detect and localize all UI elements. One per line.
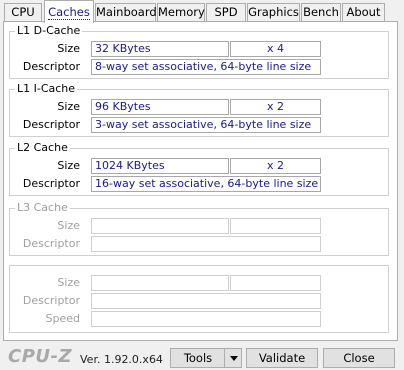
l1i-cache-title: L1 I-Cache [15, 82, 78, 96]
tools-dropdown-button[interactable] [224, 348, 242, 368]
l3-size-label: Size [57, 219, 80, 232]
l1i-count-value: x 2 [230, 99, 321, 115]
close-button[interactable]: Close [323, 348, 395, 368]
l2-descriptor-label: Descriptor [22, 177, 80, 190]
validate-button[interactable]: Validate [246, 348, 318, 368]
tab-mainboard[interactable]: Mainboard [95, 3, 157, 21]
chevron-down-icon [230, 356, 238, 361]
tab-label: Graphics [248, 5, 299, 19]
extra-descriptor-value [91, 293, 321, 309]
tab-memory[interactable]: Memory [157, 3, 205, 21]
l1i-descriptor-value: 3-way set associative, 64-byte line size [91, 117, 321, 133]
caches-panel: L1 D-Cache Size 32 KBytes x 4 Descriptor… [3, 21, 398, 341]
tab-label: Memory [158, 5, 205, 19]
tab-label: About [346, 5, 381, 19]
l3-cache-group: L3 Cache Size Descriptor [9, 201, 389, 256]
l2-cache-title: L2 Cache [15, 141, 70, 155]
cpuz-logo: CPU-Z [8, 346, 73, 367]
l3-cache-title: L3 Cache [15, 201, 70, 215]
l2-count-value: x 2 [230, 158, 321, 174]
l1i-size-label: Size [57, 100, 80, 113]
l2-descriptor-value: 16-way set associative, 64-byte line siz… [91, 176, 321, 192]
tab-label: SPD [214, 5, 238, 19]
extra-speed-label: Speed [45, 312, 80, 325]
l1d-descriptor-label: Descriptor [22, 60, 80, 73]
l1i-descriptor-label: Descriptor [22, 118, 80, 131]
l2-size-label: Size [57, 159, 80, 172]
extra-speed-value [91, 311, 321, 327]
extra-descriptor-label: Descriptor [22, 294, 80, 307]
tab-caches[interactable]: Caches [44, 0, 94, 23]
l1d-count-value: x 4 [230, 41, 321, 57]
tools-button[interactable]: Tools [170, 348, 226, 368]
l3-count-value [230, 218, 321, 234]
extra-count-value [230, 275, 321, 291]
version-text: Ver. 1.92.0.x64 [80, 353, 163, 366]
l2-size-value: 1024 KBytes [91, 158, 229, 174]
l2-cache-group: L2 Cache Size 1024 KBytes x 2 Descriptor… [9, 141, 389, 196]
l1i-cache-group: L1 I-Cache Size 96 KBytes x 2 Descriptor… [9, 82, 389, 137]
extra-size-label: Size [57, 276, 80, 289]
tab-graphics[interactable]: Graphics [247, 3, 300, 21]
l3-size-value [91, 218, 229, 234]
l1i-size-value: 96 KBytes [91, 99, 229, 115]
l3-descriptor-value [91, 236, 321, 252]
tab-bar: CPU Caches Mainboard Memory SPD Graphics… [0, 0, 404, 23]
l1d-size-label: Size [57, 42, 80, 55]
extra-size-value [91, 275, 229, 291]
l1d-cache-title: L1 D-Cache [15, 24, 83, 38]
l1d-cache-group: L1 D-Cache Size 32 KBytes x 4 Descriptor… [9, 24, 389, 79]
tab-spd[interactable]: SPD [206, 3, 246, 21]
tab-cpu[interactable]: CPU [4, 3, 42, 21]
l1d-size-value: 32 KBytes [91, 41, 229, 57]
tab-label: Mainboard [96, 5, 157, 19]
tab-label: CPU [11, 5, 35, 19]
extra-cache-group: Size Descriptor Speed [9, 265, 389, 333]
tab-label: Caches [48, 5, 90, 20]
l3-descriptor-label: Descriptor [22, 237, 80, 250]
tab-bench[interactable]: Bench [301, 3, 341, 21]
tab-label: Bench [303, 5, 339, 19]
l1d-descriptor-value: 8-way set associative, 64-byte line size [91, 59, 321, 75]
tab-about[interactable]: About [342, 3, 385, 21]
